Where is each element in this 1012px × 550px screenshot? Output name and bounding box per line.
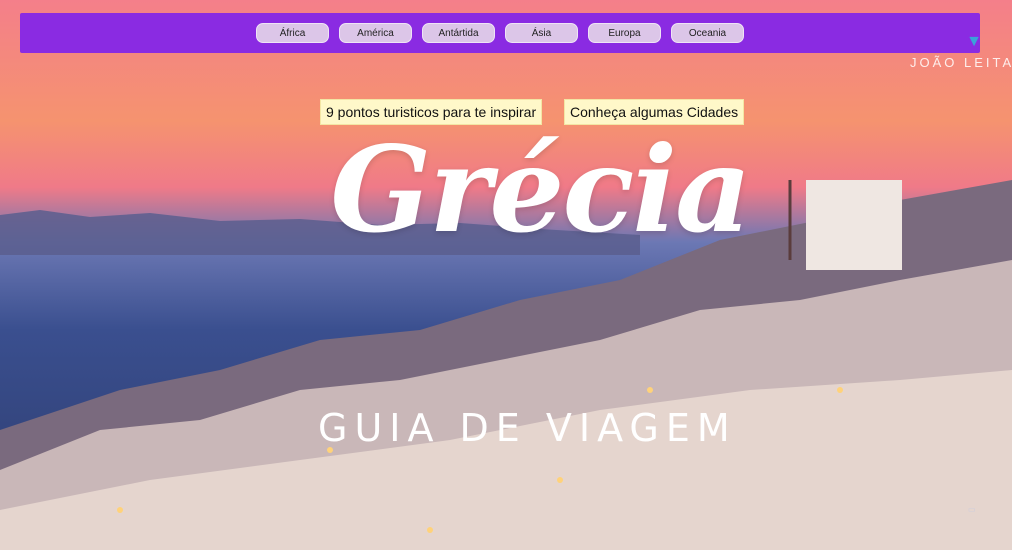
- nav-button-oceania[interactable]: Oceania: [671, 23, 744, 43]
- hero-subtitle: GUIA DE VIAGEM: [318, 406, 737, 450]
- broken-image-icon: ▭: [968, 505, 976, 514]
- nav-button-africa[interactable]: África: [256, 23, 329, 43]
- hero-title: Grécia: [330, 120, 751, 259]
- nav-button-antarctica[interactable]: Antártida: [422, 23, 495, 43]
- continent-nav-bar: África América Antártida Ásia Europa Oce…: [20, 13, 982, 53]
- nav-button-asia[interactable]: Ásia: [505, 23, 578, 43]
- author-watermark: JOÃO LEITA: [910, 55, 1012, 70]
- nav-button-america[interactable]: América: [339, 23, 412, 43]
- brand-logo-icon: ▼: [966, 33, 982, 50]
- nav-button-europe[interactable]: Europa: [588, 23, 661, 43]
